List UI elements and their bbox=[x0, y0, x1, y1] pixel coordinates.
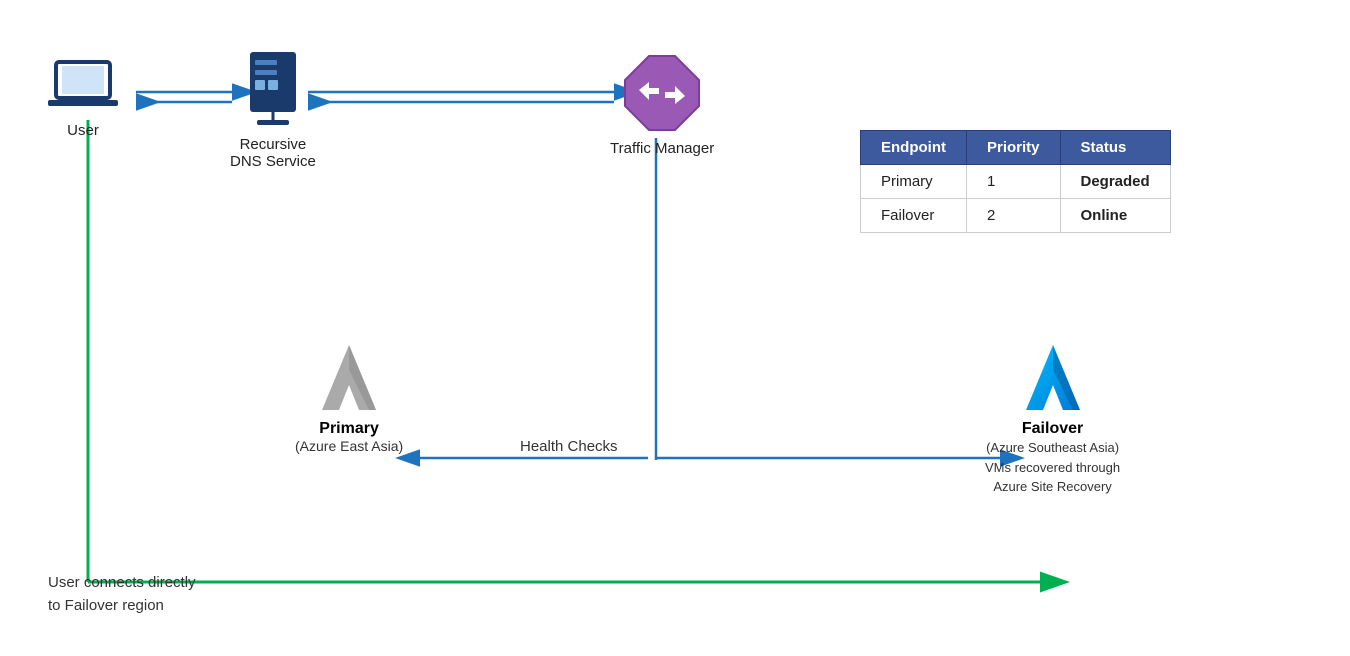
user-icon-box: User bbox=[48, 58, 118, 139]
laptop-icon bbox=[48, 58, 118, 116]
endpoint-table: Endpoint Priority Status Primary1Degrade… bbox=[860, 130, 1171, 233]
table-row: Failover2Online bbox=[861, 199, 1171, 233]
user-connects-label: User connects directly to Failover regio… bbox=[48, 572, 196, 617]
health-checks-label: Health Checks bbox=[520, 438, 618, 455]
primary-sub: (Azure East Asia) bbox=[295, 438, 403, 454]
failover-azure-icon bbox=[1008, 340, 1098, 420]
traffic-manager-label: Traffic Manager bbox=[610, 140, 714, 157]
table-header-priority: Priority bbox=[966, 131, 1060, 165]
primary-label: Primary bbox=[295, 420, 403, 438]
failover-icon-box: Failover (Azure Southeast Asia) VMs reco… bbox=[985, 340, 1120, 497]
primary-icon-box: Primary (Azure East Asia) bbox=[295, 340, 403, 454]
cell-endpoint: Failover bbox=[861, 199, 967, 233]
dns-icon-box: Recursive DNS Service bbox=[230, 50, 316, 170]
cell-endpoint: Primary bbox=[861, 165, 967, 199]
failover-sub: (Azure Southeast Asia) VMs recovered thr… bbox=[985, 438, 1120, 497]
traffic-manager-icon bbox=[621, 52, 703, 134]
cell-priority: 2 bbox=[966, 199, 1060, 233]
failover-label: Failover bbox=[985, 420, 1120, 438]
table-header-status: Status bbox=[1060, 131, 1170, 165]
diagram-container: User Recursive DNS Service Traffic Manag… bbox=[0, 0, 1350, 656]
dns-label: Recursive DNS Service bbox=[230, 136, 316, 170]
cell-priority: 1 bbox=[966, 165, 1060, 199]
table-row: Primary1Degraded bbox=[861, 165, 1171, 199]
user-label: User bbox=[67, 122, 99, 139]
table-header-endpoint: Endpoint bbox=[861, 131, 967, 165]
traffic-manager-icon-box: Traffic Manager bbox=[610, 52, 714, 157]
primary-azure-icon bbox=[304, 340, 394, 420]
cell-status: Online bbox=[1060, 199, 1170, 233]
dns-icon bbox=[242, 50, 304, 130]
cell-status: Degraded bbox=[1060, 165, 1170, 199]
